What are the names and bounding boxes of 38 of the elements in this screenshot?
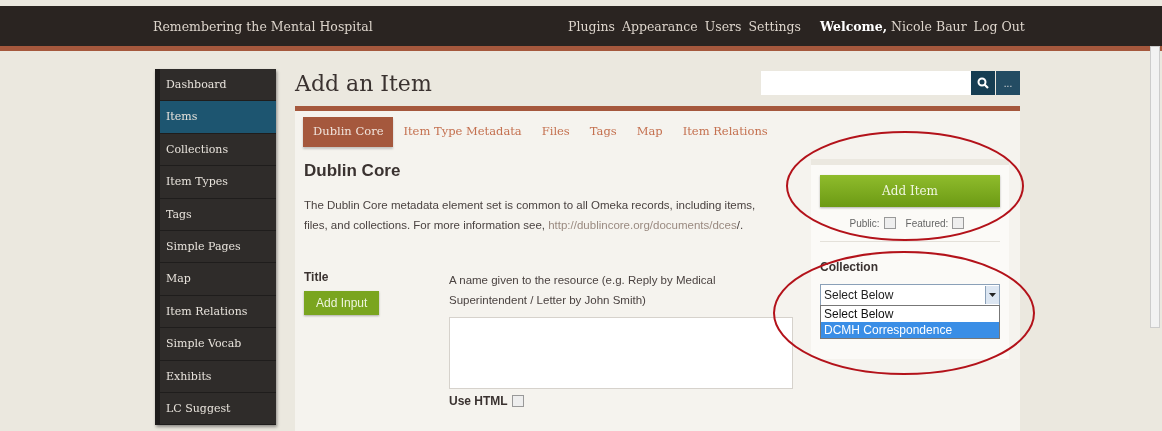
nav-link[interactable]: Users [704,18,742,34]
sidebar-item[interactable]: Items [160,101,276,134]
sidebar-item[interactable]: Map [160,263,276,296]
dropdown-option[interactable]: Select Below [821,306,999,322]
intro-paragraph: The Dublin Core metadata element set is common to all Omeka records, including items, files, and collections. For more information see, http://dublincore.org/documents/dces/. [304,198,757,233]
public-label: Public: [849,217,880,229]
collection-label: Collection [820,260,879,274]
sidebar-item[interactable]: LC Suggest [160,392,276,426]
featured-label: Featured: [905,217,949,229]
nav-link[interactable]: Settings [748,18,801,34]
sidebar-item[interactable]: Exhibits [160,360,276,393]
scroll-bar[interactable] [1150,46,1160,328]
title-text-area[interactable] [449,317,793,389]
site-title[interactable]: Remembering the Mental Hospital [153,18,568,34]
logout-link[interactable]: Log Out [973,18,1025,34]
featured-checkbox[interactable] [952,217,965,229]
sidebar-item[interactable]: Item Types [160,166,276,199]
sidebar-item[interactable]: Simple Vocab [160,328,276,361]
public-checkbox[interactable] [883,217,896,229]
page-title: Add an Item [295,70,432,96]
collection-dropdown[interactable]: Select Below [820,284,1000,306]
sidebar-item[interactable]: Simple Pages [160,230,276,264]
sidebar-item[interactable]: Tags [160,198,276,231]
search-button[interactable] [971,71,995,95]
sidebar-item[interactable]: Item Relations [160,295,276,329]
search-field[interactable] [761,71,971,95]
welcome-text: Welcome, Nicole Baur [819,18,967,34]
section-heading: Dublin Core [304,161,402,181]
sidebar-item[interactable]: Collections [160,133,276,167]
search-icon [977,77,989,89]
advanced-search-button[interactable]: ... [996,71,1020,95]
use-html-checkbox[interactable] [511,395,524,407]
field-label: Title [304,270,329,284]
tab[interactable]: Dublin Core [303,117,394,147]
field-description: A name given to the resource (e.g. Reply by Medical Superintendent / Letter by John Smith) [449,273,717,308]
use-html-label: Use HTML [449,394,508,408]
nav-link[interactable]: Appearance [621,18,698,34]
nav-link[interactable]: Plugins [568,18,615,34]
